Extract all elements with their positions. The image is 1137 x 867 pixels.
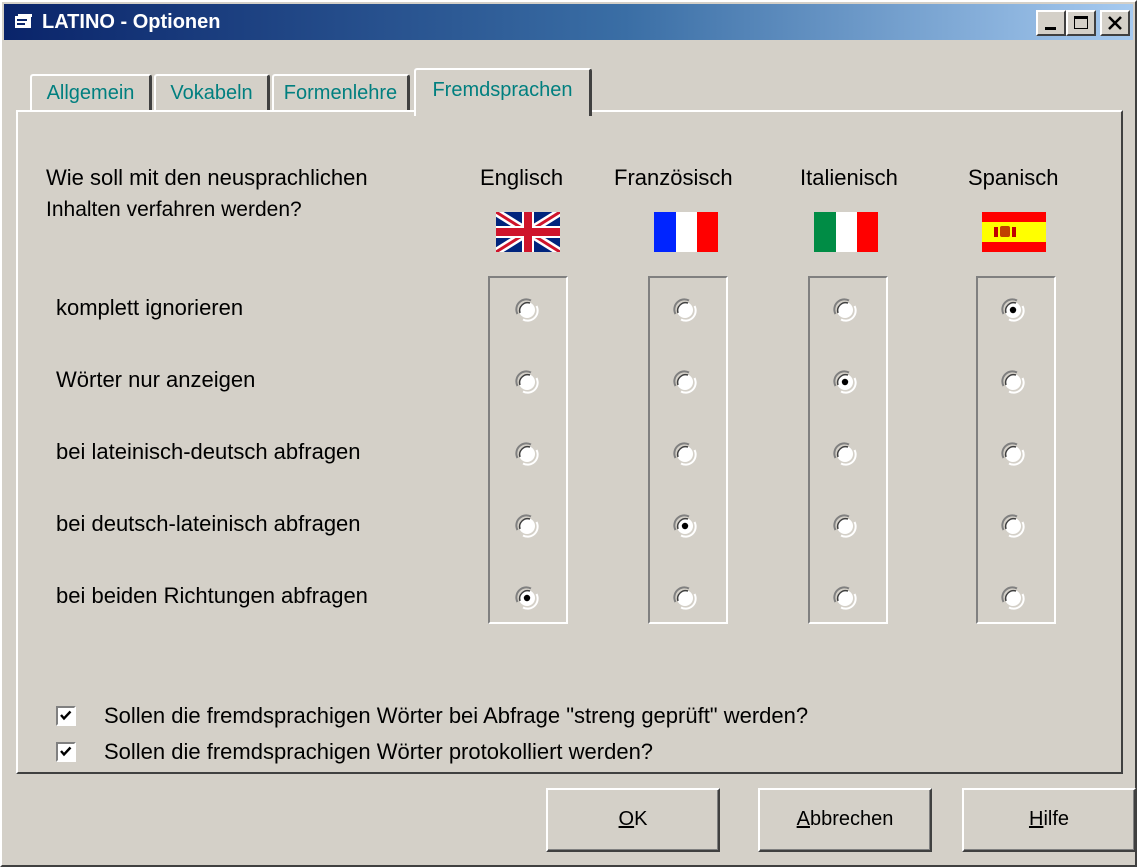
minimize-button[interactable] [1036,10,1066,36]
radio-italian-option-3[interactable] [832,441,858,467]
language-label-spanish: Spanisch [968,165,1059,190]
spain-flag-icon [982,212,1046,252]
radio-french-option-5[interactable] [672,585,698,611]
app-icon [15,14,32,28]
checkbox-log-words[interactable] [56,742,76,762]
option-label-latin-german: bei lateinisch-deutsch abfragen [56,439,361,464]
checkmark-icon [60,710,72,721]
checkbox-strict-check[interactable] [56,706,76,726]
radio-french-option-3[interactable] [672,441,698,467]
help-button[interactable]: Hilfe [962,788,1136,852]
option-label-show-words: Wörter nur anzeigen [56,367,256,392]
radio-spanish-option-1[interactable] [1000,297,1026,323]
question-line-1: Wie soll mit den neusprachlichen [46,165,368,190]
tab-vokabeln[interactable]: Vokabeln [154,74,270,112]
close-icon [1108,16,1122,30]
option-label-german-latin: bei deutsch-lateinisch abfragen [56,511,361,536]
option-label-ignore: komplett ignorieren [56,295,244,320]
radio-english-option-3[interactable] [514,441,540,467]
maximize-icon [1074,16,1088,29]
checkbox-strict-check-label[interactable]: Sollen die fremdsprachigen Wörter bei Ab… [104,702,808,730]
ok-button[interactable]: OK [546,788,720,852]
checkbox-log-words-label[interactable]: Sollen die fremdsprachigen Wörter protok… [104,738,653,766]
minimize-icon [1045,27,1056,30]
cancel-button[interactable]: Abbrechen [758,788,932,852]
maximize-button[interactable] [1066,10,1096,36]
radio-italian-option-2[interactable] [832,369,858,395]
options-dialog: LATINO - Optionen Allgemein Vokabeln For… [0,0,1137,867]
option-label-both-directions: bei beiden Richtungen abfragen [56,583,368,608]
window-title: LATINO - Optionen [42,11,221,33]
title-bar[interactable]: LATINO - Optionen [4,4,1133,40]
tab-formenlehre[interactable]: Formenlehre [272,74,410,112]
radio-spanish-option-2[interactable] [1000,369,1026,395]
radio-french-option-2[interactable] [672,369,698,395]
cancel-mnemonic: A [796,808,810,830]
cancel-label-rest: bbrechen [809,808,894,830]
checkmark-icon [60,746,72,757]
help-mnemonic: H [1028,808,1044,830]
tab-fremdsprachen[interactable]: Fremdsprachen [414,68,592,116]
radio-spanish-option-5[interactable] [1000,585,1026,611]
tab-allgemein[interactable]: Allgemein [30,74,152,112]
language-label-french: Französisch [614,165,733,190]
question-line-2: Inhalten verfahren werden? [46,198,302,221]
radio-spanish-option-3[interactable] [1000,441,1026,467]
radio-spanish-option-4[interactable] [1000,513,1026,539]
radio-english-option-2[interactable] [514,369,540,395]
radio-english-option-4[interactable] [514,513,540,539]
close-button[interactable] [1100,10,1130,36]
radio-italian-option-1[interactable] [832,297,858,323]
radio-italian-option-4[interactable] [832,513,858,539]
france-flag-icon [654,212,718,252]
ok-mnemonic: O [618,808,635,830]
help-label-rest: ilfe [1043,808,1070,830]
radio-french-option-4[interactable] [672,513,698,539]
language-label-italian: Italienisch [800,165,898,190]
radio-english-option-1[interactable] [514,297,540,323]
uk-flag-icon [496,212,560,252]
radio-french-option-1[interactable] [672,297,698,323]
language-label-english: Englisch [480,165,564,190]
ok-label-rest: K [634,808,648,830]
radio-italian-option-5[interactable] [832,585,858,611]
radio-english-option-5[interactable] [514,585,540,611]
italy-flag-icon [814,212,878,252]
